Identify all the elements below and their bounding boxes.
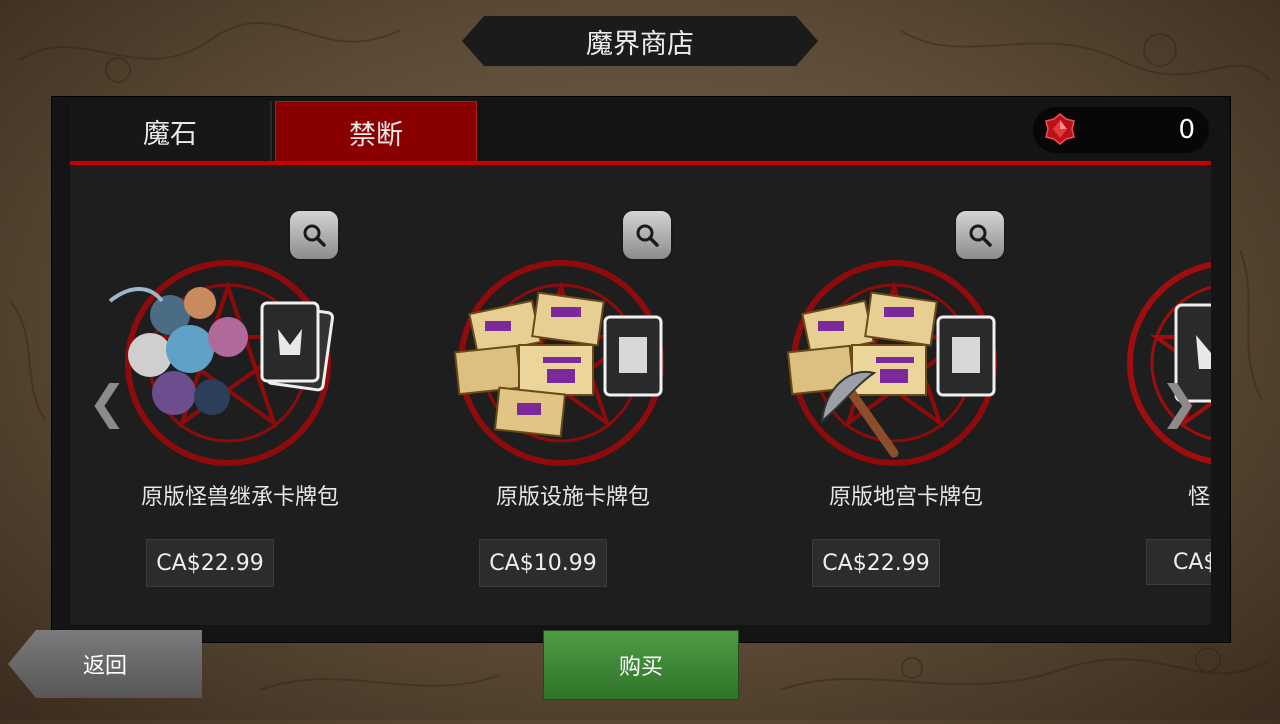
magnifier-icon [636,224,659,247]
shop-item-card[interactable]: 原版怪兽继承卡牌包 CA$22.99 [90,165,390,625]
item-name: 原版怪兽继承卡牌包 [140,485,339,510]
tab-moshi[interactable]: 魔石 [70,101,272,161]
price-button[interactable]: CA$22.99 [812,539,940,587]
currency-value: 0 [1178,115,1195,145]
shop-item-card[interactable]: 原版地宫卡牌包 CA$22.99 [756,165,1056,625]
zoom-button[interactable] [288,209,340,261]
magnifier-icon [303,224,326,247]
item-image [1127,261,1211,465]
item-image [108,260,335,466]
item-image [786,260,997,466]
item-name: 原版地宫卡牌包 [828,485,983,510]
item-name: 原版设施卡牌包 [495,485,650,510]
buy-button[interactable]: 购买 [543,630,739,700]
page-title: 魔界商店 [462,16,818,66]
back-button[interactable]: 返回 [8,630,202,698]
price-button[interactable]: CA$ [1146,539,1211,585]
shop-panel: 魔石 禁断 0 原版怪兽继承卡牌包 CA$22.99 原版设施卡牌包 CA$10… [51,96,1231,643]
tab-jinduan[interactable]: 禁断 [275,101,477,163]
zoom-button[interactable] [954,209,1006,261]
currency-display: 0 [1033,107,1209,153]
item-carousel: 原版怪兽继承卡牌包 CA$22.99 原版设施卡牌包 CA$10.99 原版地宫… [70,165,1211,625]
zoom-button[interactable] [621,209,673,261]
magnifier-icon [969,224,992,247]
item-image [453,260,664,466]
chevron-left-icon[interactable]: ❮ [88,375,127,429]
shop-item-card[interactable]: 原版设施卡牌包 CA$10.99 [423,165,723,625]
item-name: 怪兽 [1187,485,1211,510]
price-button[interactable]: CA$10.99 [479,539,607,587]
price-button[interactable]: CA$22.99 [146,539,274,587]
chevron-right-icon[interactable]: ❯ [1160,375,1199,429]
red-gem-icon [1045,113,1075,145]
